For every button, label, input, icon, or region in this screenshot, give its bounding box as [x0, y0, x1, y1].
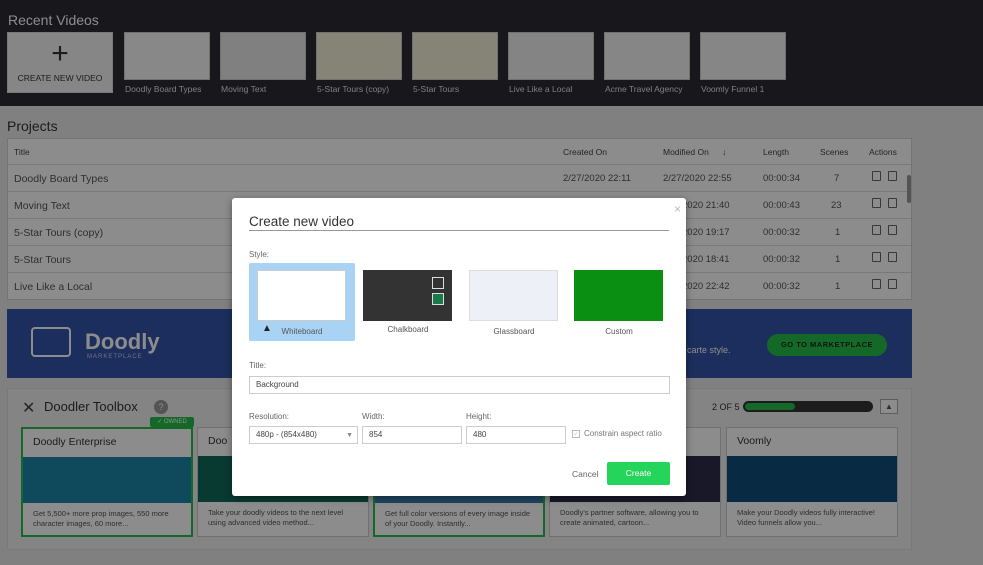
chalk-color-square — [432, 277, 444, 289]
create-button[interactable]: Create — [607, 462, 670, 485]
checkbox-icon[interactable]: ✓ — [572, 430, 580, 438]
height-label: Height: — [466, 412, 492, 421]
style-option-custom[interactable]: Custom — [566, 263, 672, 341]
style-option-label: Glassboard — [493, 327, 535, 336]
style-label: Style: — [249, 250, 270, 259]
style-option-label: Chalkboard — [387, 325, 429, 334]
resolution-select[interactable]: 480p - (854x480) ▼ — [249, 426, 358, 444]
dialog-title: Create new video — [249, 214, 355, 229]
cancel-button[interactable]: Cancel — [572, 469, 598, 479]
width-label: Width: — [362, 412, 385, 421]
resolution-value: 480p - (854x480) — [256, 430, 317, 439]
chalk-color-square — [432, 293, 444, 305]
title-field-label: Title: — [249, 361, 267, 370]
height-input[interactable]: 480 — [466, 426, 566, 444]
close-icon[interactable]: × — [674, 202, 681, 216]
style-option-chalkboard[interactable]: Chalkboard — [355, 263, 461, 341]
mouse-cursor-icon: ▲ — [262, 323, 272, 334]
chalkboard-swatch — [363, 270, 452, 321]
create-video-dialog: × Create new video Style: Whiteboard Cha… — [232, 198, 686, 496]
chevron-down-icon: ▼ — [346, 432, 353, 439]
resolution-label: Resolution: — [249, 412, 290, 421]
divider — [249, 230, 669, 231]
constrain-aspect-ratio[interactable]: ✓ Constrain aspect ratio — [572, 429, 662, 438]
style-option-label: Custom — [605, 327, 633, 336]
style-option-glassboard[interactable]: Glassboard — [461, 263, 567, 341]
width-input[interactable]: 854 — [362, 426, 462, 444]
custom-swatch — [574, 270, 663, 321]
title-input[interactable]: Background — [249, 376, 670, 394]
glassboard-swatch — [469, 270, 558, 321]
whiteboard-swatch — [257, 270, 346, 321]
constrain-label: Constrain aspect ratio — [584, 429, 662, 438]
